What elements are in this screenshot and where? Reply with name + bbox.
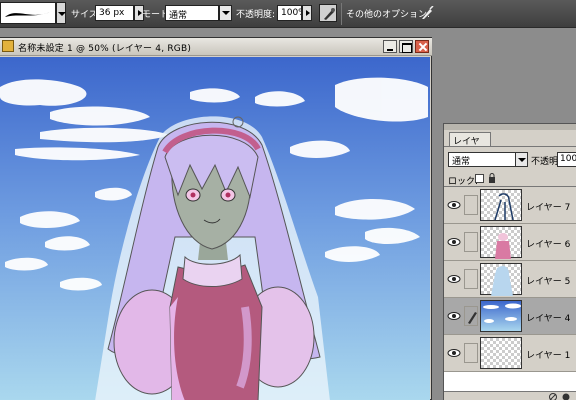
canvas-area[interactable] [0, 57, 430, 400]
other-options-label: その他のオプション: [346, 10, 431, 20]
brush-stroke-icon [5, 11, 53, 17]
maximize-button[interactable] [399, 40, 413, 53]
layer-name: レイヤー 7 [526, 203, 571, 213]
blend-mode-select[interactable]: 通常 [448, 152, 516, 167]
layer-name: レイヤー 4 [526, 314, 571, 324]
brush-options-icon[interactable] [420, 5, 434, 20]
visibility-eye-icon[interactable] [447, 345, 461, 361]
minimize-button[interactable] [383, 40, 397, 53]
layer-name: レイヤー 5 [526, 277, 571, 287]
airbrush-toggle-button[interactable] [319, 4, 337, 22]
layer-row[interactable]: レイヤー 7 [444, 187, 576, 224]
document-window: 名称未設定 1 @ 50% (レイヤー 4, RGB) [0, 37, 432, 400]
layer-link-box[interactable] [464, 195, 478, 215]
brush-icon [468, 312, 477, 324]
visibility-eye-icon[interactable] [447, 197, 461, 213]
layer-thumbnail [480, 226, 522, 259]
blend-mode-dropdown-arrow[interactable] [515, 152, 528, 167]
artwork-canvas[interactable] [0, 57, 430, 400]
lock-transparency-checkbox[interactable] [475, 174, 484, 183]
opacity-field[interactable]: 100% [277, 5, 302, 21]
layer-link-box[interactable] [464, 343, 478, 363]
size-field[interactable]: 36 px [95, 5, 134, 21]
layer-link-box[interactable] [464, 269, 478, 289]
mode-dropdown-arrow[interactable] [219, 5, 232, 21]
divider [444, 146, 576, 147]
close-button[interactable] [415, 40, 429, 53]
layer-row[interactable]: レイヤー 6 [444, 224, 576, 261]
layer-list: レイヤー 7 レイヤー 6 レイヤー 5 レイヤー 4 レイヤー 1 [444, 186, 576, 391]
airbrush-icon [324, 8, 335, 20]
layer-thumbnail [480, 263, 522, 296]
layers-panel-footer [444, 391, 576, 400]
layer-row[interactable]: レイヤー 1 [444, 335, 576, 372]
visibility-eye-icon[interactable] [447, 308, 461, 324]
opacity-label: 不透明度: [236, 10, 276, 20]
layer-thumbnail [480, 189, 522, 221]
brush-picker-arrow[interactable] [56, 2, 66, 24]
lock-icon[interactable] [488, 173, 496, 183]
document-title: 名称未設定 1 @ 50% (レイヤー 4, RGB) [18, 44, 192, 54]
layer-link-box[interactable] [464, 232, 478, 252]
layer-opacity-field[interactable]: 100% [557, 152, 576, 167]
visibility-eye-icon[interactable] [447, 271, 461, 287]
layers-panel: レイヤー 通常 不透明度: 100% ロック: レイヤー 7 [443, 123, 576, 400]
layer-name: レイヤー 6 [526, 240, 571, 250]
visibility-eye-icon[interactable] [447, 234, 461, 250]
layer-name: レイヤー 1 [526, 351, 571, 361]
document-icon [2, 40, 14, 52]
separator [341, 3, 342, 25]
panel-grip[interactable] [444, 124, 576, 130]
mode-select[interactable]: 通常 [165, 5, 219, 21]
layer-style-icon[interactable] [548, 392, 574, 400]
opacity-slider-arrow[interactable] [302, 5, 312, 21]
options-bar: サイズ: 36 px モード: 通常 不透明度: 100% その他のオプション: [0, 0, 576, 28]
layer-link-box[interactable] [464, 306, 478, 326]
layer-row-active[interactable]: レイヤー 4 [444, 298, 576, 335]
layer-row[interactable]: レイヤー 5 [444, 261, 576, 298]
brush-preset-preview[interactable] [0, 2, 56, 24]
layer-thumbnail [480, 300, 522, 332]
layer-thumbnail [480, 337, 522, 369]
document-titlebar[interactable]: 名称未設定 1 @ 50% (レイヤー 4, RGB) [0, 38, 432, 56]
tab-layers[interactable]: レイヤー [449, 132, 491, 160]
